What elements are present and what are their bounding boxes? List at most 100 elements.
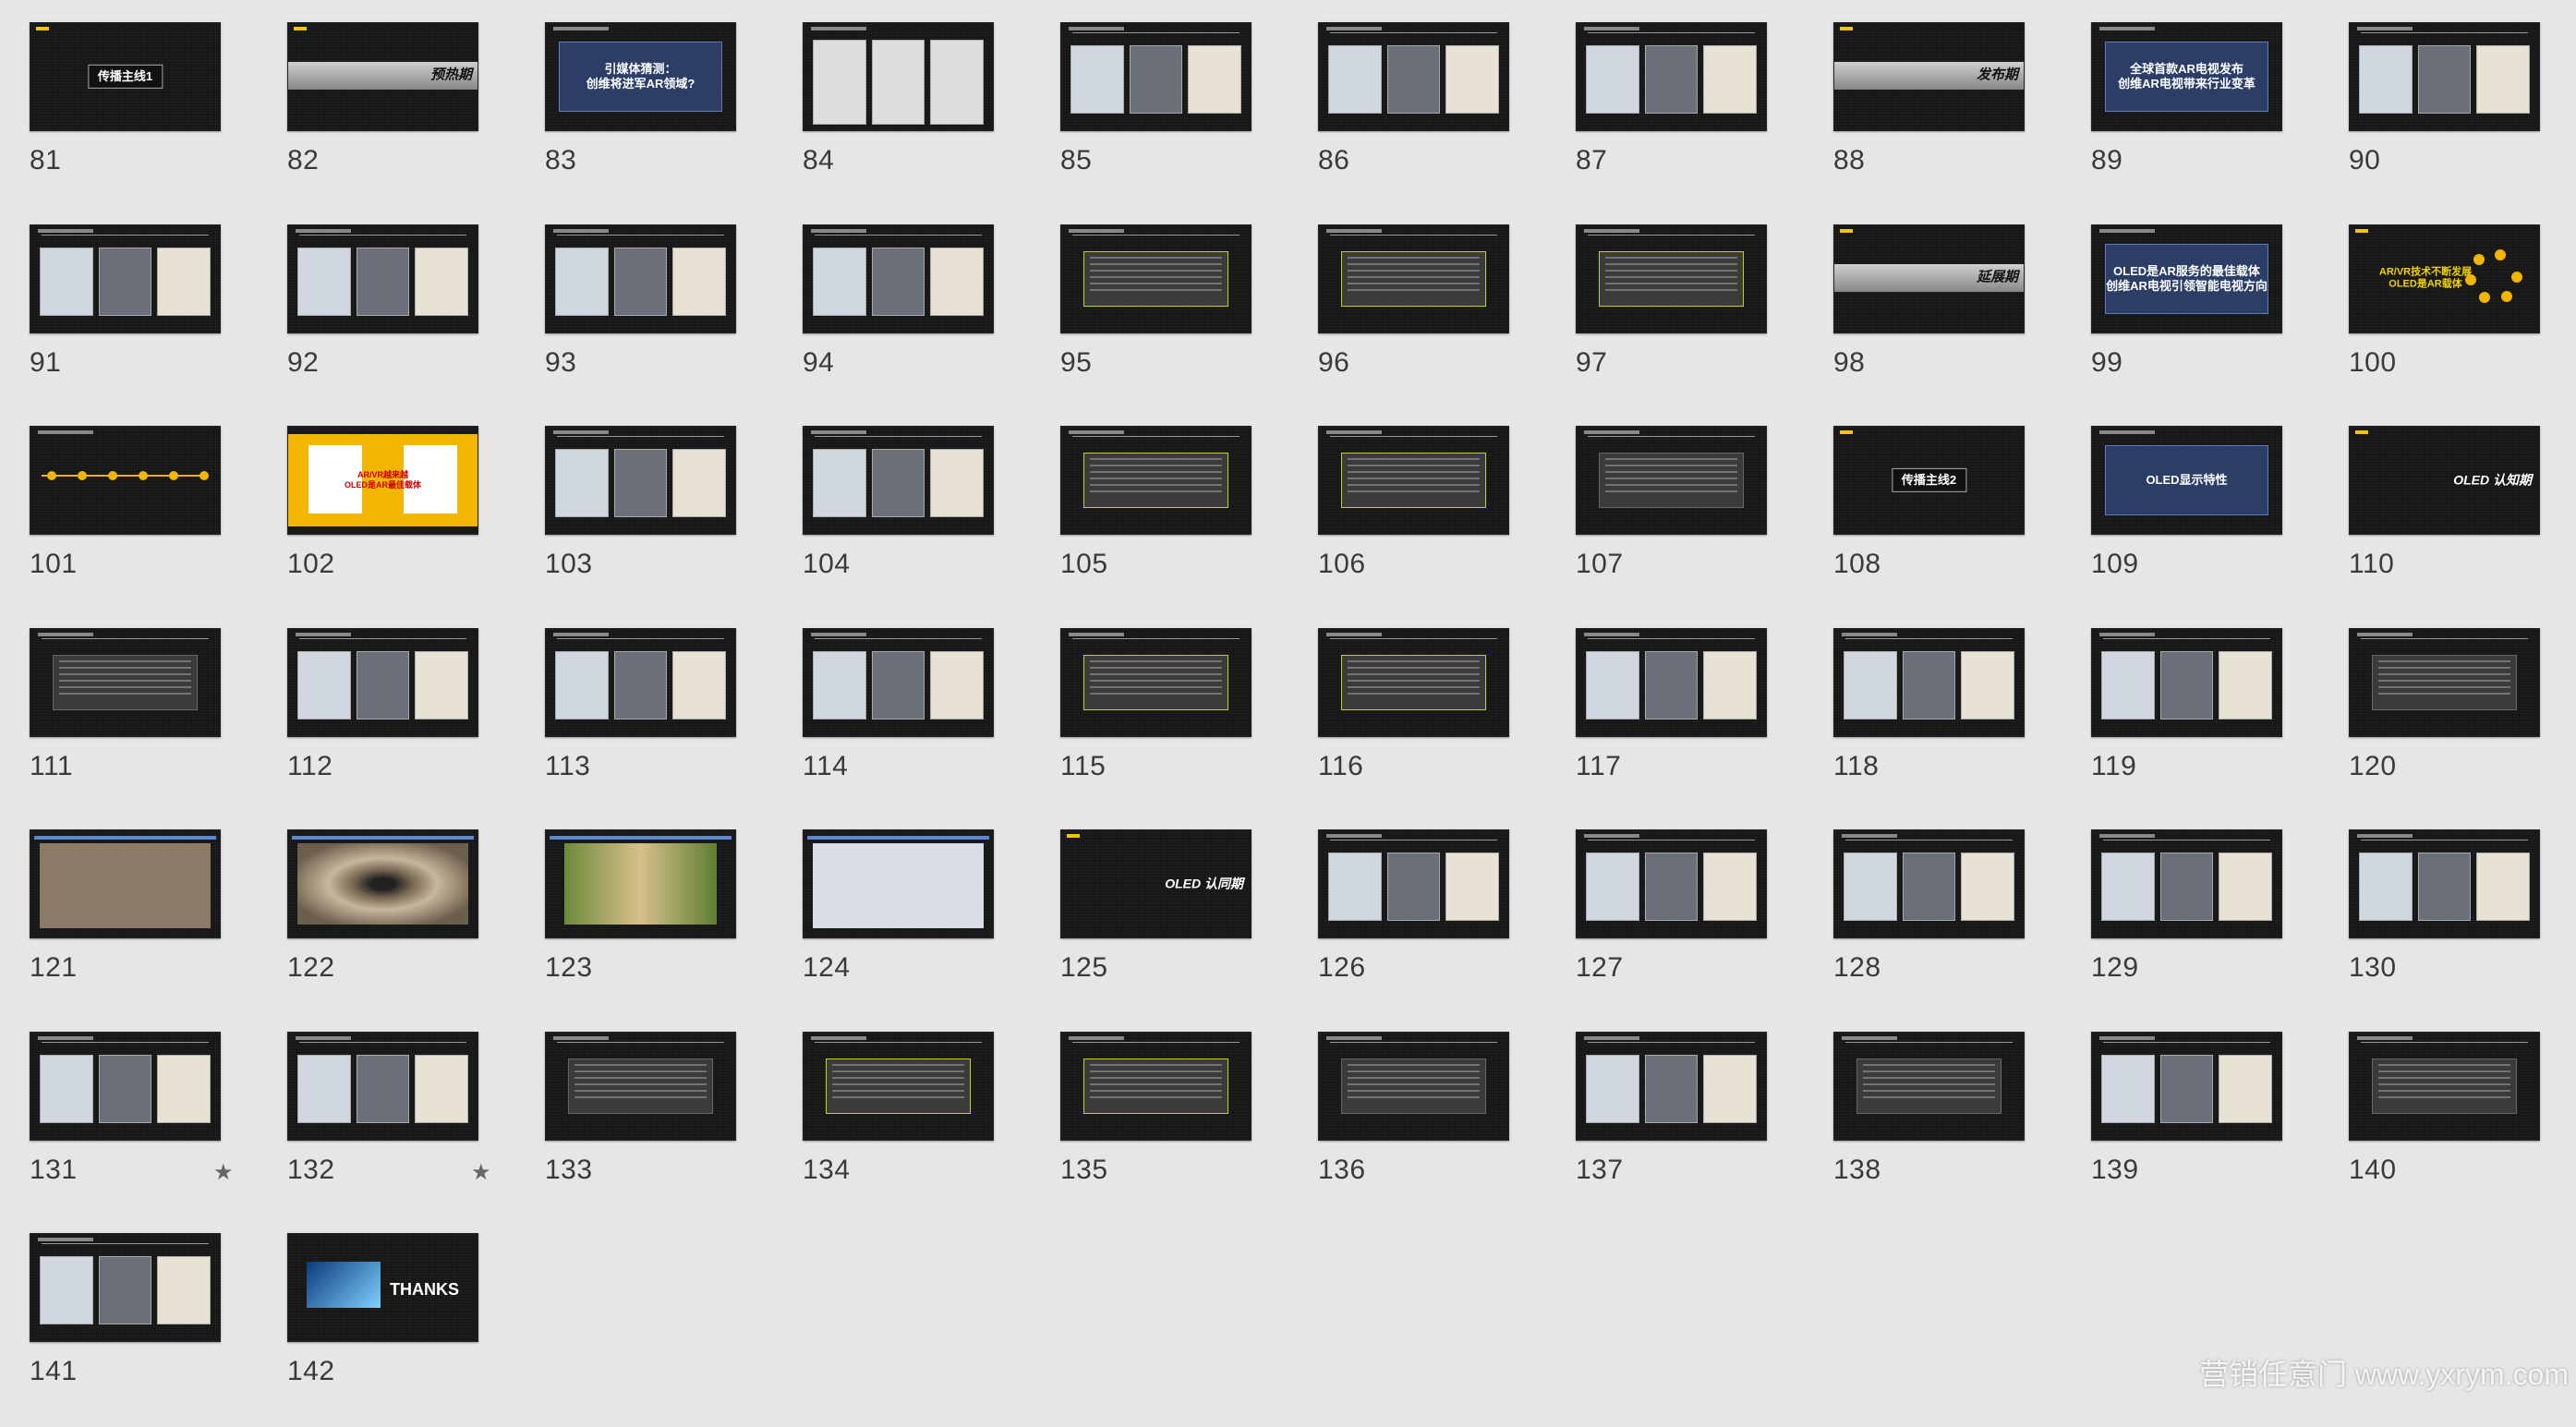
slide-thumbnail[interactable] xyxy=(1576,627,1767,737)
slide-thumbnail[interactable] xyxy=(1318,627,1509,737)
slide-thumbnail[interactable] xyxy=(1318,224,1509,333)
slide-thumbnail[interactable] xyxy=(2349,1031,2540,1141)
image xyxy=(1386,853,1441,921)
slide-thumbnail[interactable] xyxy=(545,829,736,938)
slide-text: 传播主线2 xyxy=(1891,467,1967,493)
slide-number: 93 xyxy=(545,346,577,378)
image xyxy=(98,1054,152,1123)
slide-thumbnail[interactable] xyxy=(30,1233,221,1342)
slide-thumbnail[interactable] xyxy=(545,224,736,333)
slide-number: 96 xyxy=(1318,346,1350,378)
slide-header xyxy=(811,1035,866,1040)
slide-thumbnail[interactable] xyxy=(545,426,736,535)
rule xyxy=(299,1041,466,1043)
slide-thumbnail[interactable] xyxy=(1060,426,1252,535)
slide-thumbnail[interactable] xyxy=(1060,627,1252,737)
slide-number: 113 xyxy=(545,750,591,781)
row xyxy=(2378,679,2510,682)
slide-thumbnail[interactable] xyxy=(803,224,994,333)
slide-thumbnail[interactable] xyxy=(1060,22,1252,131)
table-block xyxy=(1083,250,1228,307)
slide-thumbnail[interactable] xyxy=(803,627,994,737)
slide-thumbnail[interactable] xyxy=(30,1031,221,1141)
image xyxy=(1445,45,1500,114)
slide-thumbnail[interactable] xyxy=(2091,1031,2282,1141)
image xyxy=(1844,853,1897,921)
image xyxy=(40,1054,93,1123)
slide-thumbnail[interactable] xyxy=(30,426,221,535)
slide-header xyxy=(38,1035,93,1040)
row xyxy=(1090,685,1222,688)
slide-thumbnail[interactable] xyxy=(287,829,478,938)
slide-thumbnail[interactable] xyxy=(1576,829,1767,938)
image xyxy=(1586,853,1639,921)
row xyxy=(574,1095,707,1098)
image xyxy=(40,1256,93,1324)
slide-thumbnail[interactable] xyxy=(2349,22,2540,131)
slide-thumbnail[interactable] xyxy=(1060,1031,1252,1141)
slide-thumbnail[interactable] xyxy=(1060,224,1252,333)
slide-thumbnail[interactable] xyxy=(30,829,221,938)
row xyxy=(1605,288,1737,291)
slide-thumbnail[interactable] xyxy=(1576,224,1767,333)
slide-thumbnail[interactable] xyxy=(1576,22,1767,131)
slide-thumbnail[interactable] xyxy=(287,224,478,333)
slide-thumbnail[interactable] xyxy=(1318,426,1509,535)
slide-thumbnail[interactable] xyxy=(1576,426,1767,535)
row xyxy=(1863,1063,1995,1066)
slide-thumbnail[interactable] xyxy=(545,627,736,737)
image xyxy=(672,449,727,517)
slide-thumbnail[interactable]: OLED 认知期 xyxy=(2349,426,2540,535)
slide-text: OLED 认同期 xyxy=(1165,876,1243,891)
slide-thumbnail[interactable] xyxy=(1833,1031,2025,1141)
image-row xyxy=(1586,650,1758,720)
slide-thumbnail[interactable] xyxy=(1318,22,1509,131)
slide-thumbnail[interactable]: AR/VR越来越 OLED是AR最佳载体 xyxy=(287,426,478,535)
slide-thumbnail[interactable]: 全球首款AR电视发布 创维AR电视带来行业变革 xyxy=(2091,22,2282,131)
slide-thumbnail[interactable] xyxy=(1576,1031,1767,1141)
slide-thumbnail[interactable] xyxy=(803,426,994,535)
row xyxy=(832,1089,964,1092)
slide-thumbnail[interactable]: 发布期 xyxy=(1833,22,2025,131)
slide-thumbnail[interactable]: AR/VR技术不断发展 OLED是AR载体 xyxy=(2349,224,2540,333)
slide-thumbnail[interactable] xyxy=(2091,829,2282,938)
image xyxy=(555,449,609,517)
slide-thumbnail[interactable]: 预热期 xyxy=(287,22,478,131)
slide-thumbnail[interactable]: OLED是AR服务的最佳载体 创维AR电视引领智能电视方向 xyxy=(2091,224,2282,333)
row xyxy=(1348,288,1480,291)
slide-thumbnail[interactable] xyxy=(1318,829,1509,938)
image-row xyxy=(2101,853,2273,921)
slide-thumbnail[interactable]: THANKS xyxy=(287,1233,478,1342)
orbit-dot xyxy=(2473,253,2485,265)
slide-thumbnail[interactable] xyxy=(803,22,994,131)
slide-thumbnail[interactable] xyxy=(30,627,221,737)
slide-thumbnail[interactable] xyxy=(803,829,994,938)
image xyxy=(613,650,668,720)
slide-thumbnail[interactable] xyxy=(287,1031,478,1141)
slide-thumbnail[interactable]: OLED 认同期 xyxy=(1060,829,1252,938)
slide-thumbnail[interactable] xyxy=(803,1031,994,1141)
row xyxy=(832,1082,964,1085)
slide-thumbnail[interactable] xyxy=(2091,627,2282,737)
slide-thumbnail[interactable] xyxy=(545,1031,736,1141)
orbit-dot xyxy=(2478,292,2490,304)
slide-thumbnail[interactable] xyxy=(2349,627,2540,737)
slide-number: 120 xyxy=(2349,750,2397,781)
slide-header xyxy=(553,1035,609,1040)
slide-thumbnail[interactable]: 引媒体猜测： 创维将进军AR领域? xyxy=(545,22,736,131)
slide-thumbnail[interactable] xyxy=(1833,829,2025,938)
slide-thumbnail[interactable] xyxy=(1833,627,2025,737)
slide-header xyxy=(1842,632,1897,636)
slide-thumbnail[interactable] xyxy=(2349,829,2540,938)
row xyxy=(2378,1076,2510,1079)
slide-thumbnail[interactable] xyxy=(1318,1031,1509,1141)
slide-thumbnail[interactable] xyxy=(287,627,478,737)
slide-thumbnail[interactable]: 传播主线2 xyxy=(1833,426,2025,535)
image-row xyxy=(2101,650,2273,720)
table-block xyxy=(1083,453,1228,508)
slide-thumbnail[interactable]: OLED显示特性 xyxy=(2091,426,2282,535)
slide-text: 引媒体猜测： 创维将进军AR领域? xyxy=(586,61,695,91)
slide-thumbnail[interactable]: 延展期 xyxy=(1833,224,2025,333)
slide-thumbnail[interactable]: 传播主线1 xyxy=(30,22,221,131)
slide-thumbnail[interactable] xyxy=(30,224,221,333)
